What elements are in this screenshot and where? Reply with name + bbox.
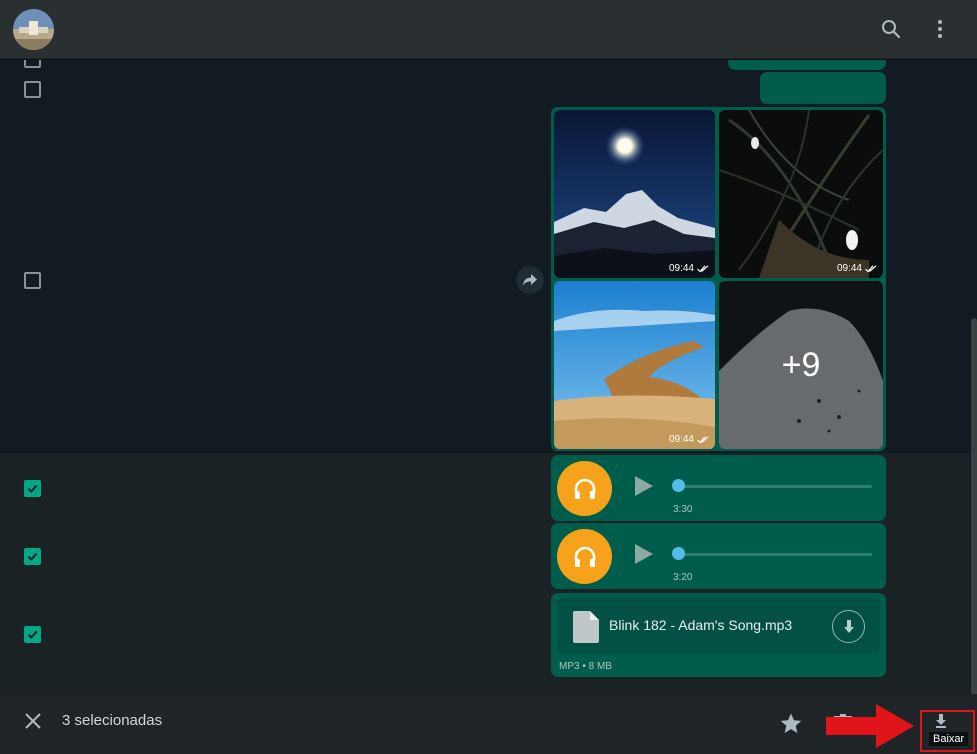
- selected-count: 3 selecionadas: [62, 712, 163, 729]
- whatsapp-window: 09:44 09:44 09:44 +9 3:30 3:20 Blink 182…: [0, 0, 977, 754]
- document-filename: Blink 182 - Adam's Song.mp3: [609, 617, 793, 633]
- audio-duration: 3:30: [673, 504, 693, 515]
- select-checkbox-checked[interactable]: [24, 548, 41, 565]
- play-icon[interactable]: [634, 543, 654, 570]
- close-icon[interactable]: [22, 710, 44, 732]
- annotation-arrow: [826, 704, 914, 753]
- contact-avatar[interactable]: [13, 9, 54, 50]
- star-icon[interactable]: [780, 713, 802, 739]
- audio-message[interactable]: 3:20: [551, 523, 886, 589]
- headphones-icon: [557, 461, 612, 516]
- select-checkbox[interactable]: [24, 272, 41, 289]
- message-time: 09:44: [669, 263, 709, 274]
- search-icon[interactable]: [877, 15, 905, 43]
- more-photos-count: +9: [719, 281, 883, 449]
- scrollbar[interactable]: [971, 318, 977, 694]
- select-checkbox-checked[interactable]: [24, 480, 41, 497]
- select-checkbox[interactable]: [24, 81, 41, 98]
- double-check-icon: [697, 264, 709, 272]
- play-icon[interactable]: [634, 475, 654, 502]
- message-bubble-partial[interactable]: [728, 60, 886, 70]
- audio-duration: 3:20: [673, 572, 693, 583]
- audio-progress-knob[interactable]: [672, 547, 685, 560]
- chat-header: [0, 0, 977, 59]
- audio-message[interactable]: 3:30: [551, 455, 886, 521]
- message-time: 09:44: [837, 263, 877, 274]
- download-icon: [936, 714, 946, 728]
- audio-progress-track[interactable]: [679, 553, 872, 556]
- audio-progress-track[interactable]: [679, 485, 872, 488]
- message-bubble[interactable]: [760, 72, 886, 104]
- kebab-menu-icon[interactable]: [926, 15, 954, 43]
- selection-toolbar: 3 selecionadas Baixar: [0, 694, 977, 754]
- forward-icon[interactable]: [516, 266, 544, 294]
- download-tooltip: Baixar: [929, 732, 969, 746]
- file-icon: [573, 611, 599, 643]
- album-photo-more[interactable]: +9: [719, 281, 883, 449]
- document-card[interactable]: Blink 182 - Adam's Song.mp3: [557, 598, 880, 654]
- download-button[interactable]: Baixar: [920, 710, 975, 752]
- document-meta: MP3 • 8 MB: [559, 661, 612, 672]
- audio-progress-knob[interactable]: [672, 479, 685, 492]
- album-photo-desert[interactable]: 09:44: [554, 281, 715, 449]
- message-time: 09:44: [669, 434, 709, 445]
- double-check-icon: [865, 264, 877, 272]
- select-checkbox[interactable]: [24, 60, 41, 68]
- document-message[interactable]: Blink 182 - Adam's Song.mp3 MP3 • 8 MB: [551, 593, 886, 677]
- double-check-icon: [697, 435, 709, 443]
- select-checkbox-checked[interactable]: [24, 626, 41, 643]
- download-icon[interactable]: [832, 610, 865, 643]
- message-list[interactable]: 09:44 09:44 09:44 +9 3:30 3:20 Blink 182…: [0, 60, 977, 694]
- album-photo-palm[interactable]: 09:44: [719, 110, 883, 278]
- album-message[interactable]: 09:44 09:44 09:44 +9: [551, 107, 886, 451]
- album-photo-mountain[interactable]: 09:44: [554, 110, 715, 278]
- headphones-icon: [557, 529, 612, 584]
